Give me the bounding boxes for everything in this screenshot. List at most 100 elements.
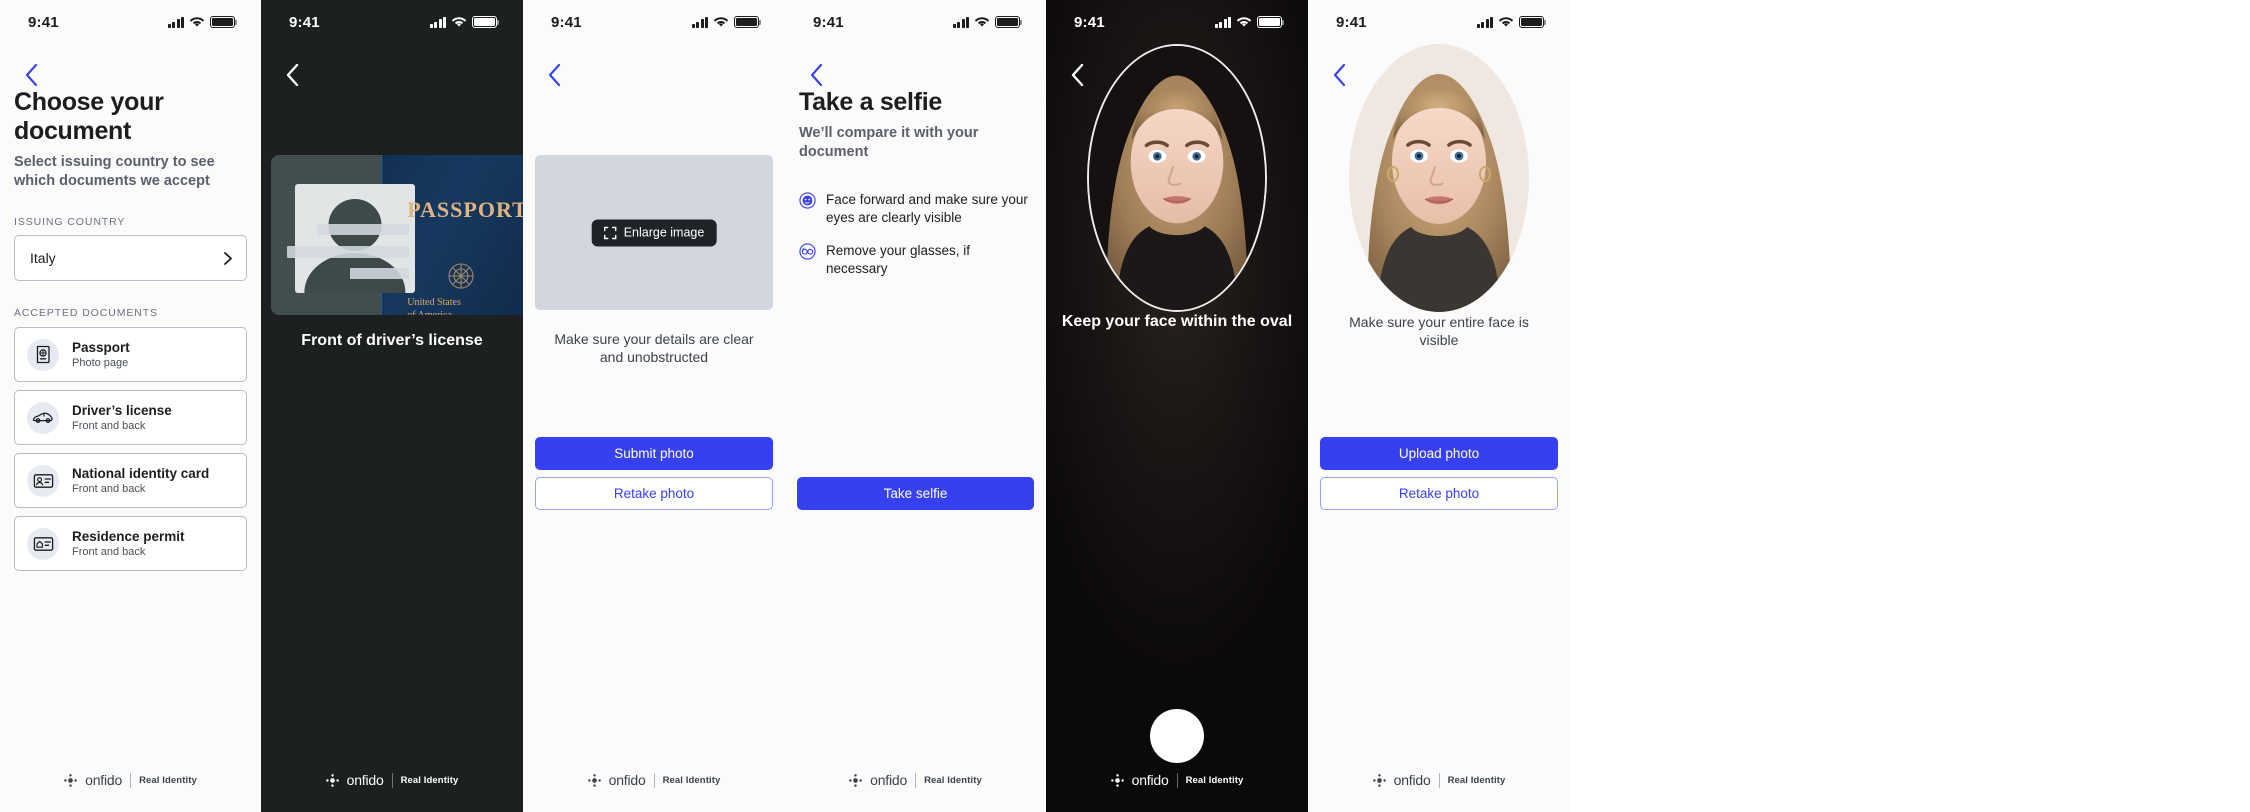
document-option-passport[interactable]: Passport Photo page [14,327,247,383]
accepted-documents-label: ACCEPTED DOCUMENTS [14,307,158,320]
redaction-bar [350,268,409,279]
battery-icon [1257,16,1285,28]
issuing-country-select[interactable]: Italy [14,235,247,282]
wifi-icon [1498,16,1514,28]
footer-divider [1438,772,1440,788]
take-a-selfie-content: Take a selfie We’ll compare it with your… [785,88,1046,293]
onfido-mark-icon [587,773,601,787]
redaction-bar [287,246,409,258]
chevron-left-icon [1333,64,1345,86]
onfido-mark-icon [64,773,77,787]
chevron-left-icon [810,64,822,86]
onfido-mark-icon [1372,773,1386,787]
document-option-drivers-license[interactable]: Driver’s license Front and back [14,390,247,446]
page-title: Choose your document [14,88,164,145]
chevron-left-icon [548,64,560,86]
onfido-wordmark: onfido [1393,772,1431,788]
document-option-residence-permit[interactable]: Residence permit Front and back [14,516,247,572]
footer-divider [130,772,132,788]
document-option-title: Residence permit [72,528,185,544]
onfido-wordmark: onfido [346,772,384,788]
status-bar: 9:41 [523,0,785,44]
upload-photo-button[interactable]: Upload photo [1320,437,1558,470]
status-bar-time: 9:41 [289,13,320,31]
retake-photo-button[interactable]: Retake photo [1320,477,1558,510]
enlarge-image-button[interactable]: Enlarge image [591,219,717,246]
cellular-signal-icon [691,16,708,28]
selfie-confirm-caption: Make sure your entire face is visible [1349,314,1529,349]
back-button[interactable] [275,58,309,92]
battery-icon [210,16,238,28]
chevron-right-icon [224,251,232,265]
status-bar-indicators [429,16,500,28]
back-button[interactable] [799,58,833,92]
onfido-tagline: Real Identity [662,774,721,786]
capture-caption: Front of driver’s license [301,332,483,349]
back-button[interactable] [537,58,571,92]
retake-photo-button[interactable]: Retake photo [535,477,773,510]
page-title: Take a selfie [799,88,942,116]
shutter-button[interactable] [1150,709,1204,763]
back-button[interactable] [14,58,48,92]
back-button[interactable] [1060,58,1094,92]
document-option-national-identity-card[interactable]: National identity card Front and back [14,453,247,509]
onfido-mark-icon [849,773,862,787]
cellular-signal-icon [429,16,446,28]
cellular-signal-icon [1476,16,1493,28]
screenshot-strip: 9:41 Choose your document Select issuing… [0,0,2250,812]
panel-take-a-selfie: 9:41 Take a selfie We’ll compare it with… [785,0,1046,812]
panel-choose-document: 9:41 Choose your document Select issuing… [0,0,261,812]
cellular-signal-icon [1214,16,1231,28]
onfido-footer: onfido Real Identity [261,772,523,788]
enlarge-image-label: Enlarge image [623,225,705,240]
cellular-signal-icon [952,16,969,28]
chevron-left-icon [1071,64,1083,86]
issuing-country-label: ISSUING COUNTRY [14,216,126,229]
status-bar: 9:41 [1046,0,1308,44]
page-subtitle: We’ll compare it with your document [799,125,979,160]
status-bar: 9:41 [0,0,261,44]
document-option-title: Driver’s license [72,402,172,418]
onfido-footer: onfido Real Identity [523,772,785,788]
car-icon [27,401,59,434]
chevron-left-icon [286,64,298,86]
residence-permit-icon [27,527,59,560]
footer-divider [1176,772,1178,788]
choose-document-content: Choose your document Select issuing coun… [0,88,261,579]
submit-photo-button[interactable]: Submit photo [535,437,773,470]
back-button[interactable] [1322,58,1356,92]
photo-preview[interactable]: Enlarge image [535,155,773,310]
battery-icon [734,16,762,28]
document-option-title: Passport [72,339,130,355]
status-bar-time: 9:41 [1336,13,1367,31]
status-bar-time: 9:41 [813,13,844,31]
panel-selfie-camera: Keep your face within the oval onfido Re… [1046,0,1308,812]
take-selfie-button[interactable]: Take selfie [797,477,1034,510]
face-illustration [1349,44,1529,312]
face-forward-icon [799,192,816,209]
passport-word: PASSPORT [407,196,523,222]
status-bar-time: 9:41 [551,13,582,31]
onfido-tagline: Real Identity [1447,774,1506,786]
instruction-text: Remove your glasses, if necessary [826,242,971,277]
footer-divider [915,772,917,788]
onfido-mark-icon [1110,773,1124,787]
panel-submit-photo: 9:41 Enlarge image Make sure your detail… [523,0,785,812]
status-bar-time: 9:41 [1074,13,1105,31]
id-card-icon [27,464,59,497]
onfido-footer: onfido Real Identity [1308,772,1570,788]
status-bar-indicators [167,16,238,28]
cellular-signal-icon [167,16,184,28]
battery-icon [472,16,500,28]
onfido-footer: onfido Real Identity [785,772,1046,788]
passport-icon [27,338,59,371]
status-bar-time: 9:41 [28,13,59,31]
onfido-wordmark: onfido [1131,772,1169,788]
retake-photo-label: Retake photo [613,486,695,501]
face-illustration [1089,46,1265,310]
wifi-icon [974,16,990,28]
wifi-icon [713,16,729,28]
captured-document-photo: PASSPORT United States of America [271,155,523,315]
passport-country-text: United States of America [407,296,461,315]
chevron-left-icon [25,64,37,86]
